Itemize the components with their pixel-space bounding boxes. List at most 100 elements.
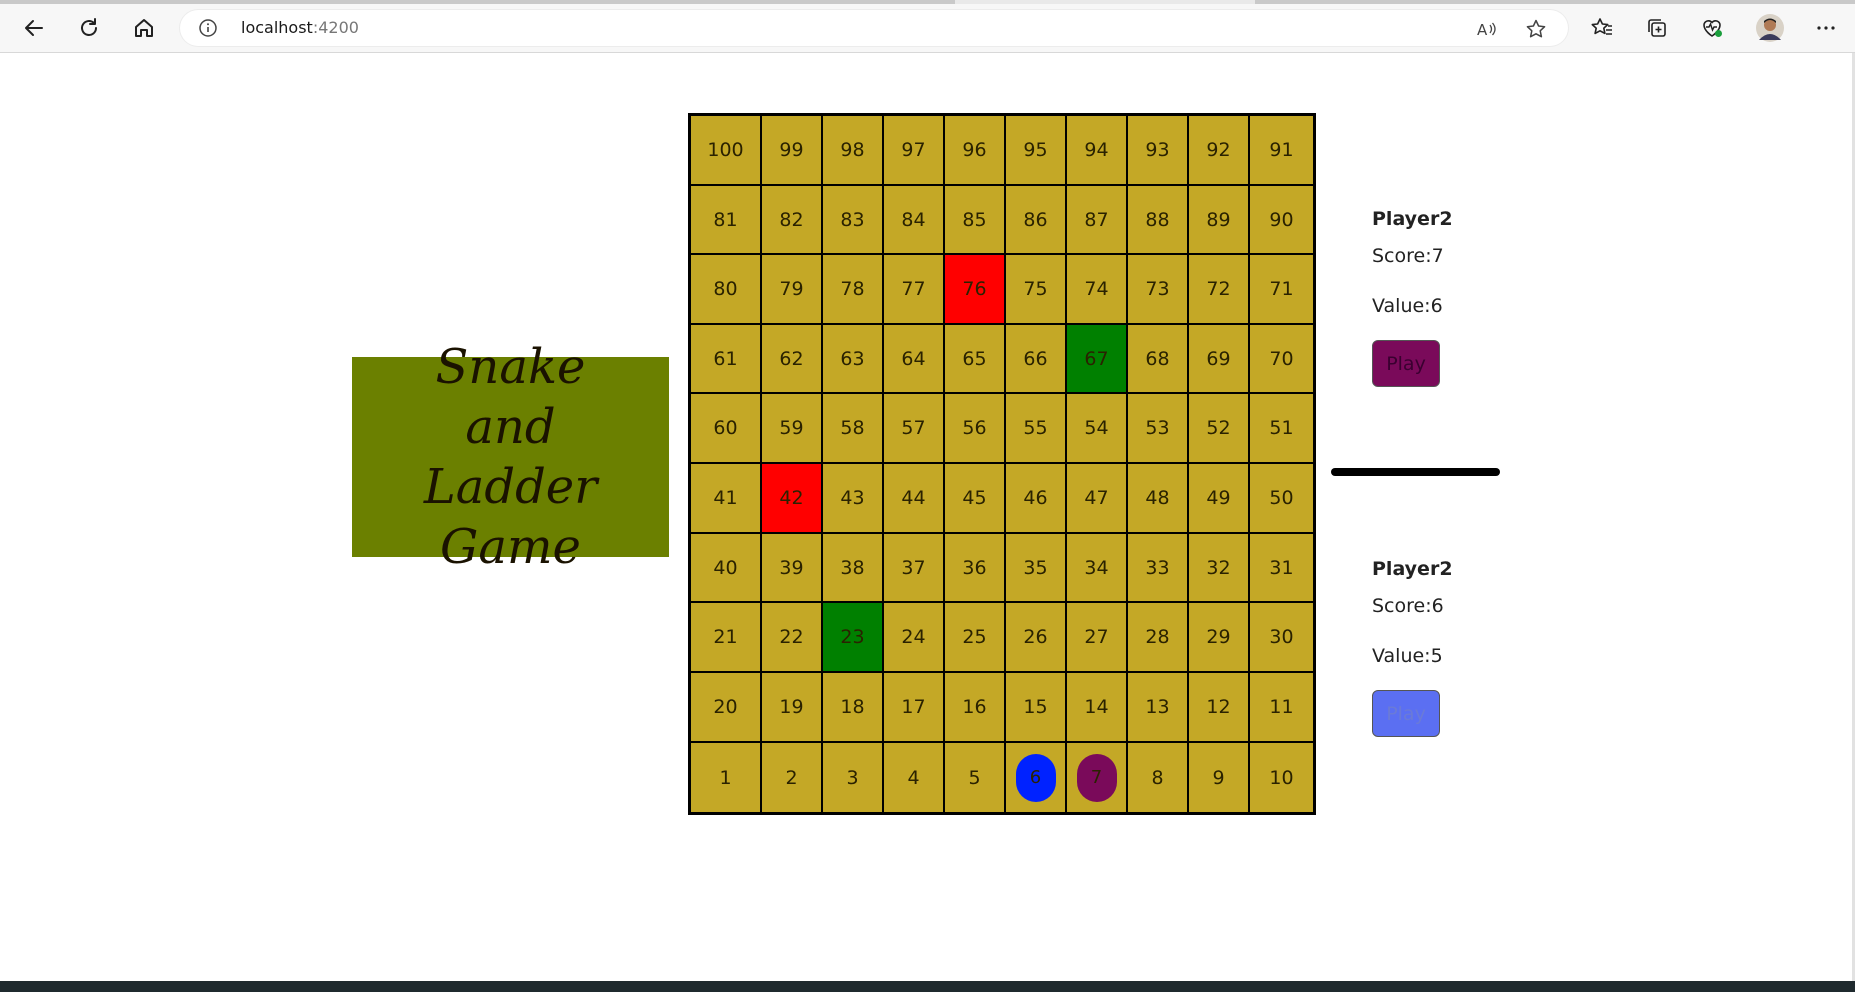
cell-number: 17 [901, 696, 926, 718]
cell-number: 56 [962, 417, 987, 439]
board-cell-8: 8 [1127, 742, 1188, 813]
cell-number: 96 [962, 139, 987, 161]
address-bar[interactable]: localhost:4200 A [180, 10, 1568, 46]
cell-number: 76 [962, 278, 987, 300]
board-cell-38: 38 [822, 533, 883, 602]
cell-number: 35 [1023, 556, 1048, 579]
home-icon [135, 19, 153, 37]
board-cell-77: 77 [883, 254, 944, 324]
cell-number: 94 [1084, 139, 1109, 161]
profile-button[interactable] [1752, 10, 1788, 46]
cell-number: 42 [779, 487, 804, 509]
url-text[interactable]: localhost:4200 [241, 18, 359, 38]
board-cell-87: 87 [1066, 185, 1127, 254]
board-cell-13: 13 [1127, 672, 1188, 742]
player-score: Score:7 [1372, 245, 1444, 267]
board-cell-45: 45 [944, 463, 1005, 533]
cell-number: 24 [901, 626, 926, 648]
board-cell-6: 6 [1005, 742, 1066, 813]
cell-number: 10 [1269, 766, 1294, 789]
site-info-icon[interactable] [198, 18, 218, 38]
cell-number: 63 [840, 347, 865, 370]
board-cell-57: 57 [883, 393, 944, 463]
browser-essentials-button[interactable] [1694, 10, 1730, 46]
board-cell-100: 100 [690, 115, 761, 185]
board-cell-53: 53 [1127, 393, 1188, 463]
cell-number: 78 [840, 278, 865, 300]
cell-number: 81 [713, 208, 738, 231]
cell-number: 65 [962, 347, 987, 370]
cell-number: 85 [962, 208, 987, 231]
cell-number: 73 [1145, 278, 1170, 300]
cell-number: 58 [840, 417, 865, 439]
player-score: Score:6 [1372, 595, 1444, 617]
game-title-line-1: Snake [435, 339, 586, 395]
favorites-button[interactable] [1584, 10, 1620, 46]
board-cell-85: 85 [944, 185, 1005, 254]
cell-number: 79 [779, 278, 804, 300]
cell-number: 48 [1145, 487, 1170, 509]
cell-number: 14 [1084, 696, 1109, 718]
cell-number: 50 [1269, 487, 1294, 509]
cell-number: 25 [962, 626, 987, 648]
cell-number: 27 [1084, 626, 1109, 648]
board-cell-30: 30 [1249, 602, 1314, 672]
board-cell-81: 81 [690, 185, 761, 254]
board-cell-58: 58 [822, 393, 883, 463]
cell-number: 89 [1206, 208, 1231, 231]
board-cell-55: 55 [1005, 393, 1066, 463]
board-cell-35: 35 [1005, 533, 1066, 602]
cell-number: 52 [1206, 417, 1231, 439]
cell-number: 57 [901, 417, 926, 439]
cell-number: 18 [840, 696, 865, 718]
board-cell-34: 34 [1066, 533, 1127, 602]
board-cell-10: 10 [1249, 742, 1314, 813]
cell-number: 30 [1269, 626, 1294, 648]
browser-toolbar: localhost:4200 A [0, 4, 1855, 53]
cell-number: 32 [1206, 556, 1231, 579]
board-cell-20: 20 [690, 672, 761, 742]
collections-button[interactable] [1639, 10, 1675, 46]
board-cell-2: 2 [761, 742, 822, 813]
board-cell-60: 60 [690, 393, 761, 463]
play-button[interactable]: Play [1372, 340, 1440, 387]
cell-number: 68 [1145, 347, 1170, 370]
board-cell-88: 88 [1127, 185, 1188, 254]
settings-more-button[interactable] [1808, 10, 1844, 46]
avatar [1756, 14, 1784, 42]
cell-number: 97 [901, 139, 926, 161]
cell-number: 61 [713, 347, 738, 370]
board-cell-82: 82 [761, 185, 822, 254]
cell-number: 36 [962, 556, 987, 579]
board-cell-44: 44 [883, 463, 944, 533]
board-cell-61: 61 [690, 324, 761, 393]
cell-number: 86 [1023, 208, 1048, 231]
cell-number: 90 [1269, 208, 1294, 231]
board-cell-41: 41 [690, 463, 761, 533]
board-cell-42: 42 [761, 463, 822, 533]
cell-number: 74 [1084, 278, 1109, 300]
board-cell-32: 32 [1188, 533, 1249, 602]
play-button[interactable]: Play [1372, 690, 1440, 737]
cell-number: 83 [840, 208, 865, 231]
board-cell-66: 66 [1005, 324, 1066, 393]
board-cell-25: 25 [944, 602, 1005, 672]
board-cell-59: 59 [761, 393, 822, 463]
board-cell-80: 80 [690, 254, 761, 324]
board-cell-69: 69 [1188, 324, 1249, 393]
game-title: Snake and Ladder Game [352, 337, 669, 577]
board-cell-1: 1 [690, 742, 761, 813]
cell-number: 34 [1084, 556, 1109, 579]
favorite-star-icon[interactable] [1525, 18, 1547, 40]
board-cell-11: 11 [1249, 672, 1314, 742]
cell-number: 16 [962, 696, 987, 718]
read-aloud-icon[interactable]: A [1475, 18, 1497, 40]
home-button[interactable] [126, 10, 162, 46]
back-button[interactable] [16, 10, 52, 46]
cell-number: 64 [901, 347, 926, 370]
board-cell-92: 92 [1188, 115, 1249, 185]
cell-number: 19 [779, 696, 804, 718]
refresh-button[interactable] [71, 10, 107, 46]
cell-number: 99 [779, 139, 804, 161]
board-cell-39: 39 [761, 533, 822, 602]
